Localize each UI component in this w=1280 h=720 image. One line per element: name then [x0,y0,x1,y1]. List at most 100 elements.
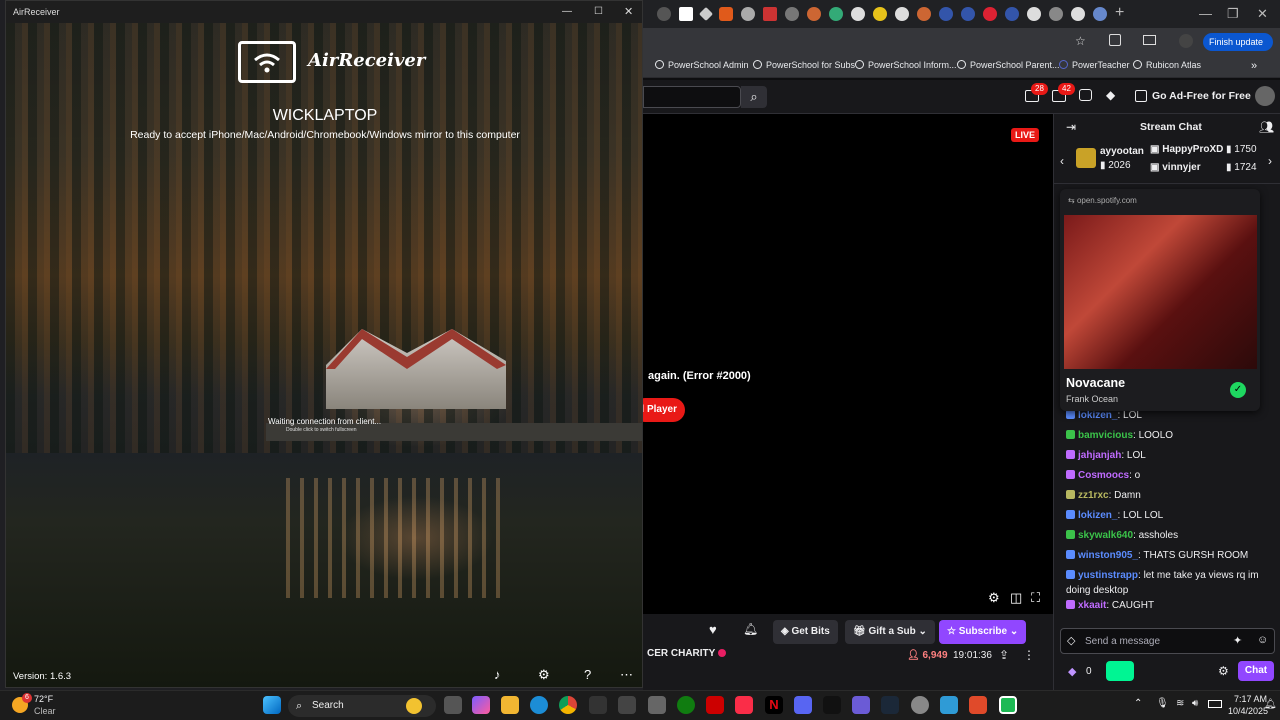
search-icon[interactable]: ⌕ [741,86,767,108]
bookmark-item[interactable]: PowerSchool Parent... [957,60,1060,70]
users-icon[interactable]: 👥︎ [1259,120,1274,134]
chat-username[interactable]: winston905_ [1078,550,1138,561]
chat-username[interactable]: zz1rxc [1078,490,1109,501]
more-bookmarks-icon[interactable]: » [1251,60,1257,72]
collapse-chat-icon[interactable]: ⇥ [1066,120,1076,134]
chat-badge-icon[interactable] [1066,530,1075,539]
chat-badge-icon[interactable] [1066,510,1075,519]
help-icon[interactable]: ? [584,667,591,682]
smile-icon[interactable]: ☺ [1257,634,1268,646]
chat-settings-icon[interactable]: ⚙ [1218,664,1229,678]
bell-icon[interactable]: 🔔︎ [743,622,758,636]
chat-username[interactable]: bamvicious [1078,430,1133,441]
bookmark-item[interactable]: PowerSchool for Subs [753,60,855,70]
tiktok-icon[interactable] [823,696,841,714]
prev-icon[interactable]: ‹ [1060,154,1064,168]
channel-points-icon[interactable]: ◆ [1068,665,1076,678]
start-icon[interactable] [263,696,281,714]
clock-date[interactable]: 10/4/2025 [1228,706,1268,716]
star-icon[interactable]: ☆ [1075,34,1086,48]
chat-badge-icon[interactable] [1066,570,1075,579]
minimize-icon[interactable]: — [562,1,572,23]
chat-badge-icon[interactable] [1066,470,1075,479]
epic-games-icon[interactable] [589,696,607,714]
tab-icon[interactable] [698,6,714,22]
next-icon[interactable]: › [1268,154,1272,168]
tab-icon[interactable] [939,7,953,21]
finish-update-button[interactable]: Finish update ⋮ [1203,33,1273,65]
bookmark-item[interactable]: PowerSchool Admin [655,60,749,70]
chat-username[interactable]: yustinstrapp [1078,570,1138,581]
chat-badge-icon[interactable] [1066,450,1075,459]
search-input[interactable] [643,86,741,108]
tab-icon[interactable] [1005,7,1019,21]
tray-chevron-icon[interactable]: ⌃ [1134,698,1142,709]
close-icon[interactable] [1049,7,1063,21]
netflix-icon[interactable]: N [765,696,783,714]
taskbar-search[interactable]: ⌕ Search [288,695,436,717]
tab-icon[interactable] [657,7,671,21]
bookmark-item[interactable]: Rubicon Atlas [1133,60,1201,70]
store-icon[interactable] [648,696,666,714]
chat-badge-icon[interactable] [1066,430,1075,439]
saved-check-icon[interactable]: ✓ [1230,382,1246,398]
puzzle-icon[interactable] [741,7,755,21]
chat-username[interactable]: Cosmoocs [1078,470,1129,481]
chat-username[interactable]: jahjanjah [1078,450,1121,461]
close-icon[interactable]: ✕ [1257,6,1268,22]
chat-username[interactable]: skywalk640 [1078,530,1133,541]
airreceiver-taskbar-icon[interactable] [999,696,1017,714]
volume-icon[interactable]: 🔊︎ [1192,698,1198,709]
more-options-icon[interactable]: ⋮ [1023,648,1035,662]
tab-icon[interactable] [851,7,865,21]
chat-username[interactable]: lokizen_ [1078,410,1117,421]
bonus-button[interactable] [1106,661,1134,681]
spotify-media-popup[interactable]: ⇆ open.spotify.com Novacane Frank Ocean … [1060,189,1260,411]
tab-icon[interactable] [961,7,975,21]
notepad-icon[interactable] [940,696,958,714]
tab-icon[interactable] [763,7,777,21]
battery-icon[interactable] [1208,700,1222,708]
minimize-icon[interactable]: — [1199,6,1212,21]
bookmark-item[interactable]: PowerSchool Inform... [855,60,957,70]
ad-free-button[interactable]: Go Ad-Free for Free [1152,90,1251,102]
address-bar[interactable]: ☆ Finish update ⋮ [643,28,1280,65]
apple-music-icon[interactable] [735,696,753,714]
new-tab-icon[interactable]: + [1115,4,1124,22]
gift-sub-button[interactable]: 🎁︎ Gift a Sub ⌄ [845,620,935,644]
magic-icon[interactable]: ✦ [1233,634,1242,647]
tab-icon[interactable] [983,7,997,21]
more-icon[interactable]: ⋯ [620,667,633,683]
share-icon[interactable]: ⇪ [999,648,1009,662]
copilot-icon[interactable] [472,696,490,714]
file-explorer-icon[interactable] [501,696,519,714]
chat-badge-icon[interactable] [1066,550,1075,559]
app-icon[interactable] [618,696,636,714]
tab-search-icon[interactable] [1143,35,1156,45]
heart-icon[interactable]: ♥ [709,622,717,637]
steam-icon[interactable] [881,696,899,714]
maximize-icon[interactable]: ☐ [594,1,603,23]
tab-icon[interactable] [917,7,931,21]
discord-icon[interactable] [794,696,812,714]
emote-icon[interactable]: ◇ [1067,634,1075,647]
tab-icon[interactable] [829,7,843,21]
chat-username[interactable]: lokizen_ [1078,510,1117,521]
get-bits-button[interactable]: ◈ Get Bits [773,620,838,644]
avatar[interactable] [1255,86,1275,106]
fullscreen-icon[interactable]: ⛶ [1031,590,1040,606]
prime-icon[interactable]: ◆ [1106,88,1115,102]
settings-icon[interactable]: ⚙ [538,667,550,683]
settings-icon[interactable]: ⚙ [988,590,1000,606]
avatar[interactable] [1179,34,1193,48]
chrome-icon[interactable] [559,696,577,714]
video-player[interactable]: LIVE again. (Error #2000) l Player ⚙ ◫ ⛶ [633,114,1053,614]
tab-icon[interactable] [785,7,799,21]
extensions-icon[interactable] [1109,34,1121,46]
subscribe-button[interactable]: ☆ Subscribe ⌄ [939,620,1027,644]
notifications-icon[interactable]: 🔔︎ [1264,699,1277,710]
tab-icon[interactable] [1071,7,1085,21]
tab-icon[interactable] [1027,7,1041,21]
chat-badge-icon[interactable] [1066,600,1075,609]
mic-icon[interactable]: 🎙︎ [1156,698,1169,709]
